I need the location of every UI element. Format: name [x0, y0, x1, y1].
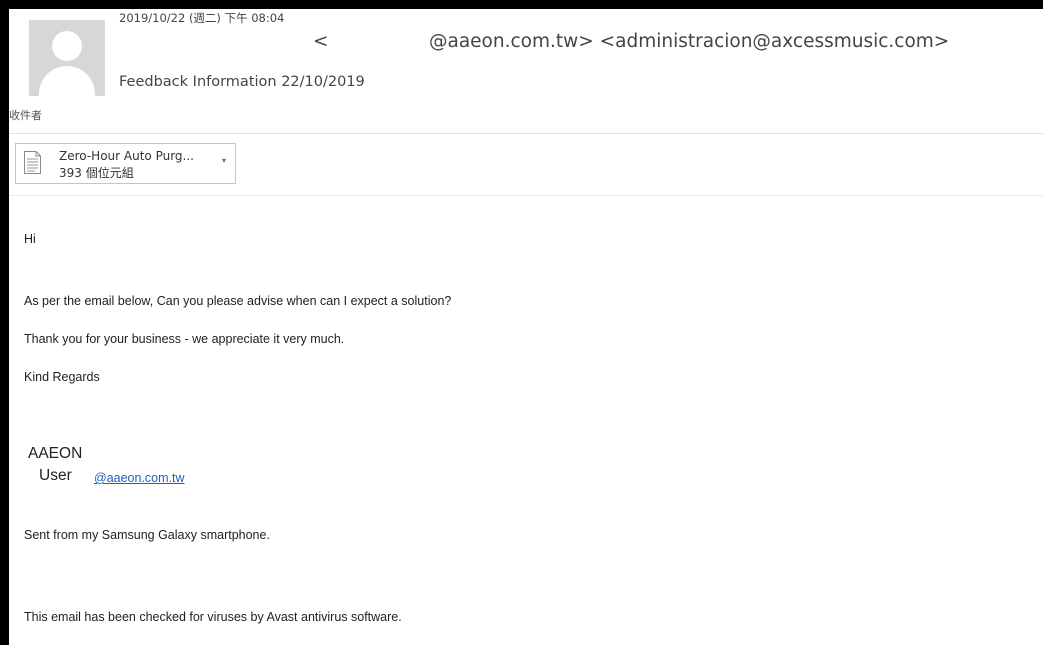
- document-icon: [24, 151, 41, 174]
- body-greeting: Hi: [24, 232, 36, 246]
- signature-company: AAEON: [28, 445, 83, 462]
- body-line-1: As per the email below, Can you please a…: [24, 294, 452, 308]
- signature-email-link[interactable]: @aaeon.com.tw: [94, 471, 185, 485]
- body-line-2: Thank you for your business - we appreci…: [24, 332, 345, 346]
- chevron-down-icon[interactable]: ▾: [222, 156, 226, 165]
- header-divider: [9, 195, 1043, 196]
- sender-avatar[interactable]: [29, 20, 105, 96]
- body-antivirus-note: This email has been checked for viruses …: [24, 610, 402, 624]
- sender-open-bracket: <: [313, 31, 329, 52]
- recipient-label: 收件者: [9, 109, 42, 122]
- avatar-head-shape: [52, 31, 82, 61]
- email-reading-pane: 2019/10/22 (週二) 下午 08:04 < @aaeon.com.tw>…: [9, 9, 1043, 645]
- body-sent-from: Sent from my Samsung Galaxy smartphone.: [24, 528, 270, 542]
- avatar-body-shape: [39, 66, 95, 96]
- sender-line[interactable]: < @aaeon.com.tw> <administracion@axcessmu…: [313, 31, 949, 52]
- attachment-item[interactable]: Zero-Hour Auto Purg... 393 個位元組 ▾: [15, 143, 236, 184]
- signature-user: User: [39, 467, 72, 484]
- sent-date: 2019/10/22 (週二) 下午 08:04: [119, 11, 285, 25]
- body-closing: Kind Regards: [24, 370, 100, 384]
- sender-addresses[interactable]: @aaeon.com.tw> <administracion@axcessmus…: [429, 31, 949, 52]
- attachment-size: 393 個位元組: [59, 166, 134, 180]
- email-header: 2019/10/22 (週二) 下午 08:04 < @aaeon.com.tw>…: [9, 9, 1043, 134]
- attachment-name: Zero-Hour Auto Purg...: [59, 149, 194, 163]
- email-subject: Feedback Information 22/10/2019: [119, 74, 365, 90]
